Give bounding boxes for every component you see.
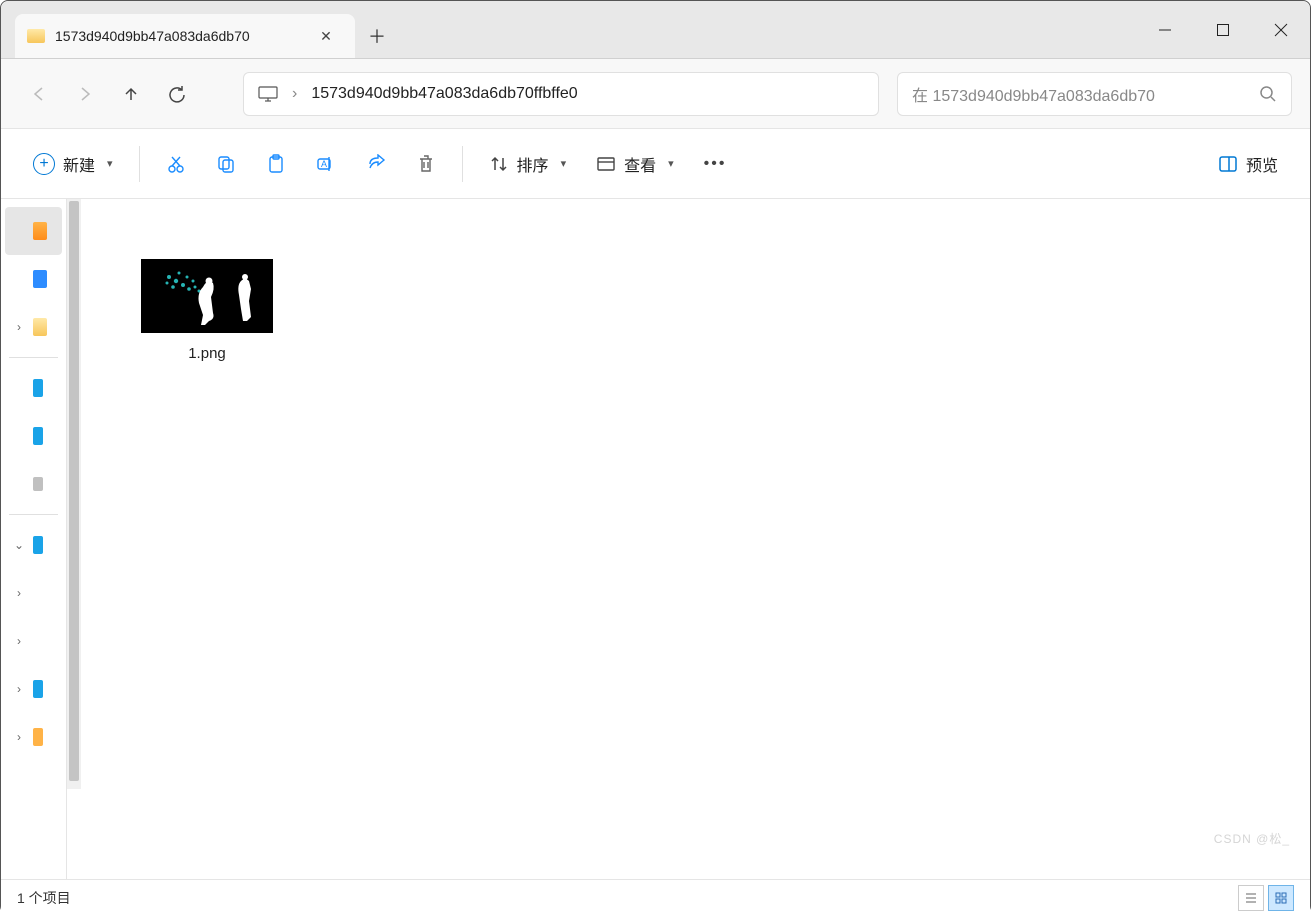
toolbar: + 新建 ▾ A 排序 ▾ 查看 ▾ ••• 预览 [1,129,1310,199]
cut-icon [166,154,186,174]
separator [462,146,463,182]
scrollbar-thumb[interactable] [69,201,79,781]
chevron-right-icon[interactable]: › [11,320,27,334]
chevron-down-icon: ▾ [561,157,567,170]
nav-item[interactable]: › [5,303,62,351]
view-label: 查看 [624,152,656,176]
rename-button[interactable]: A [304,144,348,184]
tab-title: 1573d940d9bb47a083da6db70 [55,28,305,44]
tabstrip: 1573d940d9bb47a083da6db70 ✕ ＋ [1,1,1136,58]
nav-back-button[interactable] [19,74,59,114]
chevron-right-icon[interactable]: › [11,730,27,744]
file-item[interactable]: 1.png [127,259,287,362]
new-button[interactable]: + 新建 ▾ [21,144,125,184]
minimize-button[interactable] [1136,1,1194,58]
file-thumbnail [141,259,273,333]
share-icon [366,154,386,174]
thumbnails-view-button[interactable] [1268,885,1294,911]
nav-separator [9,357,58,358]
nav-item[interactable] [5,364,62,412]
search-box[interactable]: 在 1573d940d9bb47a083da6db70 [897,72,1292,116]
more-button[interactable]: ••• [692,144,739,184]
delete-icon [416,154,436,174]
sort-label: 排序 [517,152,549,176]
close-tab-button[interactable]: ✕ [315,25,337,47]
chevron-right-icon[interactable]: › [11,586,27,600]
svg-text:A: A [321,159,327,169]
sort-icon [489,154,509,174]
chevron-right-icon[interactable]: › [11,682,27,696]
more-icon: ••• [704,155,727,173]
paste-icon [266,154,286,174]
paste-button[interactable] [254,144,298,184]
nav-pane[interactable]: › ⌄ › › › › [1,199,67,879]
status-bar: 1 个项目 [1,879,1310,915]
chevron-down-icon: ▾ [668,157,674,170]
file-list-area[interactable]: 1.png CSDN @松_ [67,199,1310,879]
nav-forward-button[interactable] [65,74,105,114]
chevron-down-icon: ▾ [107,157,113,170]
new-label: 新建 [63,152,95,176]
preview-button[interactable]: 预览 [1206,144,1290,184]
nav-item[interactable]: › [5,713,62,761]
nav-item[interactable]: › [5,569,62,617]
cut-button[interactable] [154,144,198,184]
view-icon [596,154,616,174]
plus-circle-icon: + [33,153,55,175]
scrollbar[interactable] [67,199,81,789]
nav-separator [9,514,58,515]
address-breadcrumb[interactable]: › 1573d940d9bb47a083da6db70ffbffe0 [243,72,879,116]
rename-icon: A [316,154,336,174]
nav-item[interactable]: ⌄ [5,521,62,569]
maximize-button[interactable] [1194,1,1252,58]
nav-item[interactable]: › [5,617,62,665]
nav-item[interactable] [5,255,62,303]
file-name: 1.png [188,345,226,362]
address-row: › 1573d940d9bb47a083da6db70ffbffe0 在 157… [1,59,1310,129]
breadcrumb-separator: › [292,85,297,103]
close-window-button[interactable] [1252,1,1310,58]
preview-label: 预览 [1246,152,1278,176]
item-count: 1 个项目 [17,888,71,908]
folder-icon [27,29,45,43]
delete-button[interactable] [404,144,448,184]
main-area: › ⌄ › › › › [1,199,1310,879]
details-view-button[interactable] [1238,885,1264,911]
breadcrumb-current[interactable]: 1573d940d9bb47a083da6db70ffbffe0 [311,85,577,103]
window-controls [1136,1,1310,58]
new-tab-button[interactable]: ＋ [355,14,399,58]
copy-icon [216,154,236,174]
preview-pane-icon [1218,154,1238,174]
nav-item[interactable] [5,460,62,508]
view-button[interactable]: 查看 ▾ [584,144,686,184]
chevron-right-icon[interactable]: › [11,634,27,648]
nav-item[interactable] [5,207,62,255]
watermark: CSDN @松_ [1214,830,1290,847]
active-tab[interactable]: 1573d940d9bb47a083da6db70 ✕ [15,14,355,58]
titlebar: 1573d940d9bb47a083da6db70 ✕ ＋ [1,1,1310,59]
nav-item[interactable] [5,412,62,460]
search-placeholder: 在 1573d940d9bb47a083da6db70 [912,82,1249,106]
sort-button[interactable]: 排序 ▾ [477,144,579,184]
share-button[interactable] [354,144,398,184]
separator [139,146,140,182]
nav-item[interactable]: › [5,665,62,713]
nav-up-button[interactable] [111,74,151,114]
search-icon [1259,85,1277,103]
this-pc-icon [258,86,278,102]
copy-button[interactable] [204,144,248,184]
nav-refresh-button[interactable] [157,74,197,114]
chevron-down-icon[interactable]: ⌄ [11,538,27,552]
